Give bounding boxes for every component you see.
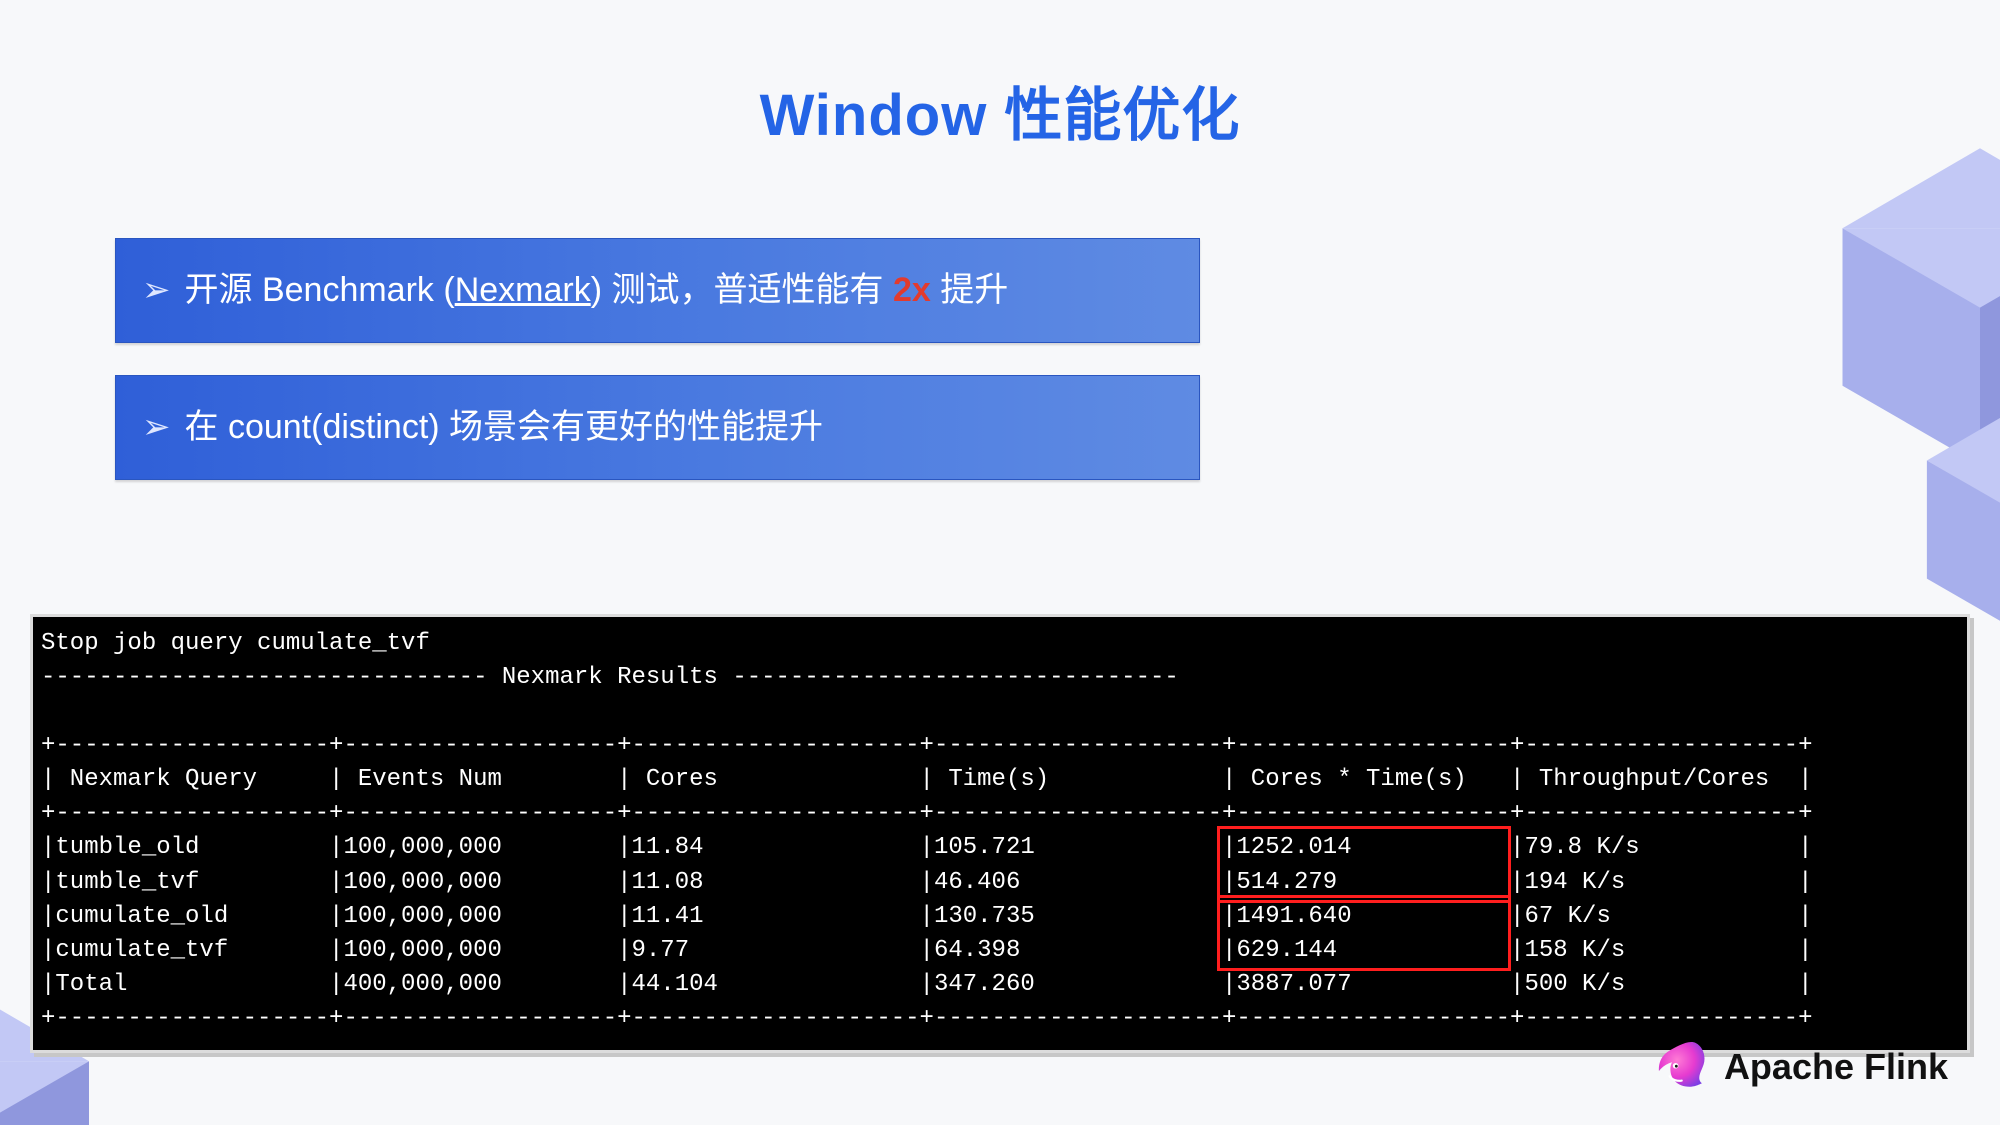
callout-text: 开源 Benchmark (Nexmark) 测试，普适性能有 2x 提升 [185, 271, 1009, 310]
callout-list: ➢ 开源 Benchmark (Nexmark) 测试，普适性能有 2x 提升 … [115, 238, 1200, 512]
product-name: Apache Flink [1724, 1046, 1948, 1088]
flink-squirrel-icon [1652, 1036, 1708, 1097]
speedup-highlight: 2x [893, 271, 931, 309]
decoration-cubes-right [1843, 148, 2000, 466]
footer-logo: Apache Flink [1652, 1036, 1948, 1097]
callout-text: 在 count(distinct) 场景会有更好的性能提升 [185, 408, 824, 447]
callout-count-distinct: ➢ 在 count(distinct) 场景会有更好的性能提升 [115, 375, 1200, 480]
terminal-output: Stop job query cumulate_tvf ------------… [30, 614, 1970, 1053]
bullet-arrow-icon: ➢ [142, 408, 171, 447]
callout-benchmark: ➢ 开源 Benchmark (Nexmark) 测试，普适性能有 2x 提升 [115, 238, 1200, 343]
slide-title: Window 性能优化 [0, 68, 2000, 152]
nexmark-link[interactable]: Nexmark [455, 271, 591, 309]
bullet-arrow-icon: ➢ [142, 271, 171, 310]
